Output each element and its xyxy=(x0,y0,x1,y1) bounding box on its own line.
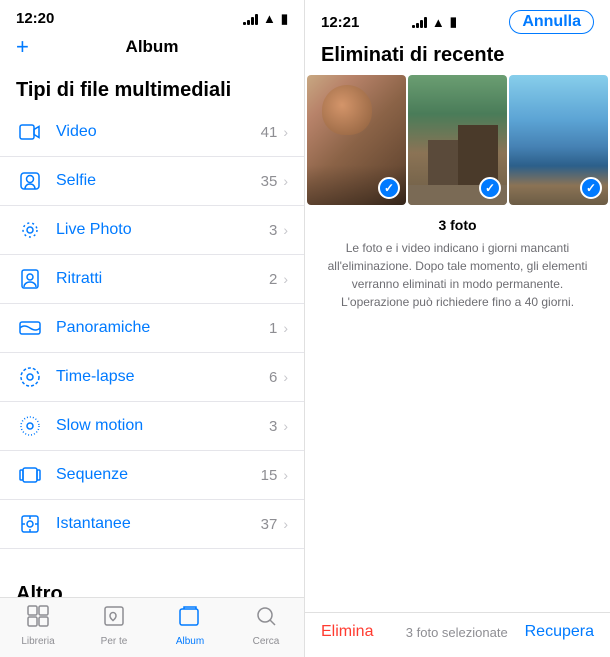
status-bar-left: 12:20 ▲ ▮ xyxy=(0,0,304,33)
battery-icon-right: ▮ xyxy=(450,14,457,30)
photo-cell-castle[interactable] xyxy=(408,75,507,205)
cerca-tab-label: Cerca xyxy=(253,636,280,647)
slowmotion-icon xyxy=(16,412,44,440)
annulla-button[interactable]: Annulla xyxy=(509,10,594,34)
recover-button[interactable]: Recupera xyxy=(525,623,594,641)
libreria-tab-label: Libreria xyxy=(21,636,54,647)
ritratti-label: Ritratti xyxy=(56,270,269,288)
check-badge-cat xyxy=(378,177,400,199)
sequenze-label: Sequenze xyxy=(56,466,261,484)
left-panel: 12:20 ▲ ▮ + Album Tipi di file multimedi… xyxy=(0,0,305,657)
portrait-icon xyxy=(16,265,44,293)
menu-item-video[interactable]: Video 41 › xyxy=(0,108,304,157)
sequenze-chevron: › xyxy=(283,467,288,483)
right-header: Eliminati di recente xyxy=(305,40,610,75)
libreria-icon xyxy=(26,604,50,634)
media-types-section-title: Tipi di file multimediali xyxy=(0,65,304,108)
photo-cell-sea[interactable] xyxy=(509,75,608,205)
panoramiche-count: 1 xyxy=(269,320,277,337)
livephoto-count: 3 xyxy=(269,222,277,239)
photo-grid xyxy=(305,75,610,205)
tab-bar: Libreria Per te Album xyxy=(0,597,304,657)
slowmotion-count: 3 xyxy=(269,418,277,435)
panorama-icon xyxy=(16,314,44,342)
right-panel: 12:21 ▲ ▮ Annulla Eliminati di recente xyxy=(305,0,610,657)
video-label: Video xyxy=(56,123,261,141)
time-left: 12:20 xyxy=(16,10,54,27)
selfie-count: 35 xyxy=(261,173,278,190)
menu-item-ritratti[interactable]: Ritratti 2 › xyxy=(0,255,304,304)
check-badge-sea xyxy=(580,177,602,199)
status-icons-right: ▲ ▮ xyxy=(412,14,457,30)
delete-button[interactable]: Elimina xyxy=(321,623,389,641)
wifi-icon: ▲ xyxy=(263,11,276,26)
perte-icon xyxy=(102,604,126,634)
timelapse-count: 6 xyxy=(269,369,277,386)
menu-item-livephoto[interactable]: Live Photo 3 › xyxy=(0,206,304,255)
menu-item-istantanee[interactable]: Istantanee 37 › xyxy=(0,500,304,549)
selfie-chevron: › xyxy=(283,173,288,189)
menu-item-panoramiche[interactable]: Panoramiche 1 › xyxy=(0,304,304,353)
video-chevron: › xyxy=(283,124,288,140)
selfie-icon xyxy=(16,167,44,195)
right-title: Eliminati di recente xyxy=(321,44,594,67)
photo-cell-cat[interactable] xyxy=(307,75,406,205)
burst-icon xyxy=(16,461,44,489)
ritratti-chevron: › xyxy=(283,271,288,287)
video-icon xyxy=(16,118,44,146)
status-bar-right: 12:21 ▲ ▮ Annulla xyxy=(305,0,610,40)
search-icon xyxy=(254,604,278,634)
timelapse-chevron: › xyxy=(283,369,288,385)
scroll-content: Tipi di file multimediali Video 41 › xyxy=(0,65,304,597)
livephoto-label: Live Photo xyxy=(56,221,269,239)
video-count: 41 xyxy=(261,124,278,141)
info-text: Le foto e i video indicano i giorni manc… xyxy=(321,239,594,311)
tab-album[interactable]: Album xyxy=(152,604,228,647)
altro-section-title: Altro xyxy=(0,569,304,597)
header-left: + Album xyxy=(0,33,304,65)
bottom-actions: Elimina 3 foto selezionate Recupera xyxy=(305,612,610,657)
selected-count: 3 foto selezionate xyxy=(389,625,525,640)
panoramiche-chevron: › xyxy=(283,320,288,336)
signal-icon-right xyxy=(412,16,427,28)
livephoto-chevron: › xyxy=(283,222,288,238)
ritratti-count: 2 xyxy=(269,271,277,288)
tab-cerca[interactable]: Cerca xyxy=(228,604,304,647)
album-title: Album xyxy=(126,37,179,57)
menu-item-sequenze[interactable]: Sequenze 15 › xyxy=(0,451,304,500)
section-divider xyxy=(0,549,304,569)
add-button[interactable]: + xyxy=(16,36,29,58)
istantanee-label: Istantanee xyxy=(56,515,261,533)
istantanee-chevron: › xyxy=(283,516,288,532)
info-section: 3 foto Le foto e i video indicano i gior… xyxy=(305,205,610,612)
photo-count-label: 3 foto xyxy=(321,217,594,233)
album-icon xyxy=(178,604,202,634)
livephoto-icon xyxy=(16,216,44,244)
slowmotion-label: Slow motion xyxy=(56,417,269,435)
slowmotion-chevron: › xyxy=(283,418,288,434)
screenshot-icon xyxy=(16,510,44,538)
wifi-icon-right: ▲ xyxy=(432,15,445,30)
time-right: 12:21 xyxy=(321,14,359,31)
album-tab-label: Album xyxy=(176,636,204,647)
status-icons-left: ▲ ▮ xyxy=(243,11,288,27)
sequenze-count: 15 xyxy=(261,467,278,484)
timelapse-label: Time-lapse xyxy=(56,368,269,386)
istantanee-count: 37 xyxy=(261,516,278,533)
check-badge-castle xyxy=(479,177,501,199)
menu-item-slowmotion[interactable]: Slow motion 3 › xyxy=(0,402,304,451)
timelapse-icon xyxy=(16,363,44,391)
battery-icon: ▮ xyxy=(281,11,288,27)
menu-item-selfie[interactable]: Selfie 35 › xyxy=(0,157,304,206)
tab-libreria[interactable]: Libreria xyxy=(0,604,76,647)
tab-perte[interactable]: Per te xyxy=(76,604,152,647)
signal-icon xyxy=(243,13,258,25)
menu-item-timelapse[interactable]: Time-lapse 6 › xyxy=(0,353,304,402)
selfie-label: Selfie xyxy=(56,172,261,190)
panoramiche-label: Panoramiche xyxy=(56,319,269,337)
perte-tab-label: Per te xyxy=(101,636,128,647)
